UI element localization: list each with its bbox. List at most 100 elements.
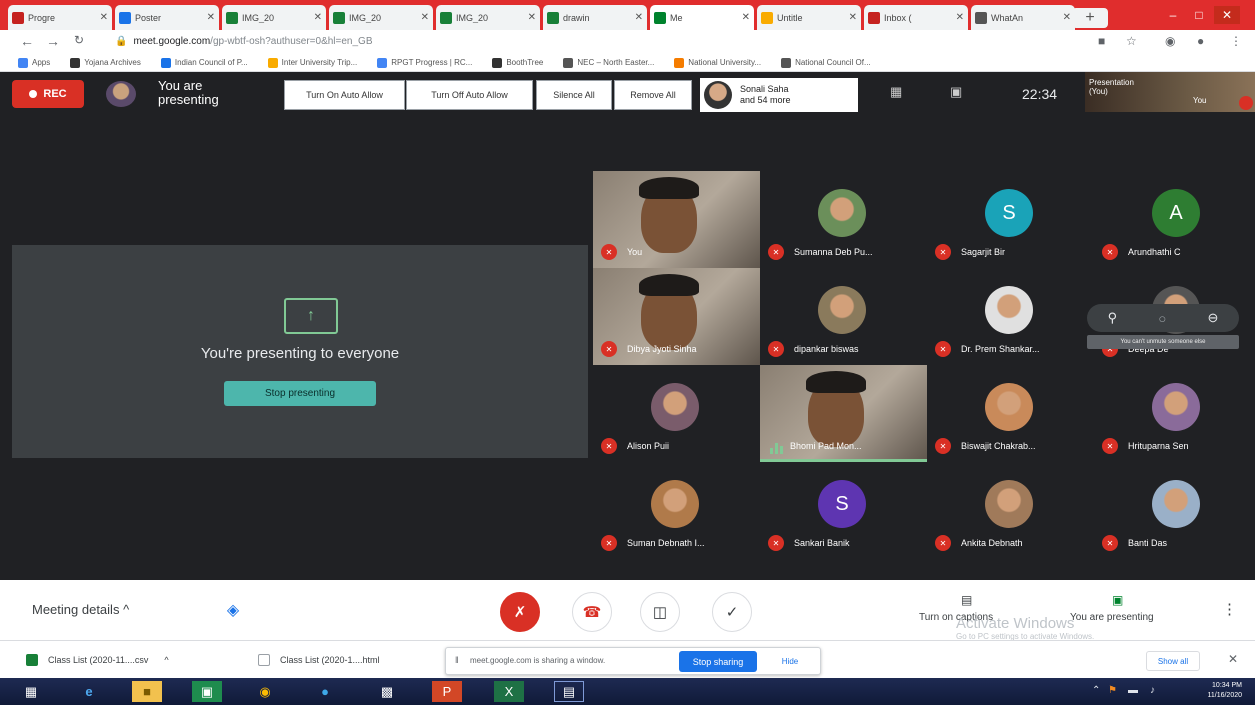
chrome-menu-icon[interactable]: ⋮ [1230,34,1242,48]
extension-icon[interactable]: ◉ [1165,34,1175,48]
show-all-downloads-button[interactable]: Show all [1146,651,1200,671]
presenting-label[interactable]: You are presenting [1070,612,1154,623]
maximize-button[interactable]: □ [1186,6,1212,24]
remove-participant-icon[interactable]: ⊖ [1207,310,1218,326]
minimize-button[interactable]: – [1160,6,1186,24]
bookmark-item[interactable]: National University... [674,57,761,68]
participant-tile[interactable]: ✕ Sumanna Deb Pu... [760,171,927,268]
browser-tab[interactable]: Untitle ✕ [757,5,861,30]
forward-icon[interactable]: → [44,33,62,49]
participant-tile[interactable]: ✕ Alison Puii [593,365,760,462]
close-tab-icon[interactable]: ✕ [314,12,322,23]
profile-avatar[interactable]: ● [1197,34,1204,48]
participant-tile[interactable]: Bhomi Pad Mon... [760,365,927,462]
close-tab-icon[interactable]: ✕ [100,12,108,23]
browser-tab[interactable]: IMG_20 ✕ [436,5,540,30]
meeting-details-button[interactable]: Meeting details ^ [32,602,129,617]
participant-tile[interactable]: S ✕ Sankari Banik [760,462,927,559]
browser-tab[interactable]: WhatAn ✕ [971,5,1075,30]
bookmark-item[interactable]: Indian Council of P... [160,57,248,68]
participant-tile[interactable]: ✕ Banti Das [1094,462,1255,559]
tray-volume-icon[interactable]: ♪ [1150,685,1155,696]
tray-arrow-icon[interactable]: ⌃ [1092,685,1100,696]
present-now-icon[interactable]: ▣ [1112,593,1123,607]
close-tab-icon[interactable]: ✕ [421,12,429,23]
hide-sharing-button[interactable]: Hide [770,651,810,672]
back-icon[interactable]: ← [18,33,36,49]
participant-tile[interactable]: ✕ Dibya Jyoti Sinha [593,268,760,365]
bookmark-item[interactable]: Apps [18,57,50,68]
browser-tab[interactable]: drawin ✕ [543,5,647,30]
chevron-up-icon[interactable]: ^ [164,655,168,665]
tray-network-icon[interactable]: ▬ [1128,685,1138,696]
participant-tile[interactable]: ✕ Hrituparna Sen [1094,365,1255,462]
mute-participant-icon[interactable]: ○ [1158,311,1166,326]
participant-tile[interactable]: ✕ Dr. Prem Shankar... [927,268,1094,365]
store-icon[interactable]: ▣ [192,681,222,702]
participant-tile[interactable]: ✕ Ankita Debnath [927,462,1094,559]
participant-tile[interactable]: ✕ You [593,171,760,268]
participant-tile[interactable]: ✕ Suman Debnath I... [593,462,760,559]
windows-start-icon[interactable]: ▦ [16,681,46,702]
bookmark-item[interactable]: Yojana Archives [70,57,141,68]
chrome-icon[interactable]: ◉ [250,681,280,702]
more-options-icon[interactable]: ⋮ [1222,600,1237,618]
chat-icon[interactable]: ▣ [950,84,962,100]
captions-icon[interactable]: ▤ [961,593,972,607]
excel-icon[interactable]: X [494,681,524,702]
edge-icon[interactable]: ● [310,681,340,702]
file-explorer-icon[interactable]: ■ [132,681,162,702]
browser-tab[interactable]: IMG_20 ✕ [329,5,433,30]
camera-button[interactable]: ◫ [640,592,680,632]
close-tab-icon[interactable]: ✕ [207,12,215,23]
internet-explorer-icon[interactable]: e [74,681,104,702]
approve-button[interactable]: ✓ [712,592,752,632]
participants-button[interactable]: Sonali Saha and 54 more [700,78,858,112]
network-app-icon[interactable]: ▩ [372,681,402,702]
browser-tab[interactable]: Progre ✕ [8,5,112,30]
recording-badge[interactable]: REC [12,80,84,108]
camera-indicator-icon[interactable]: ■ [1098,34,1105,48]
stop-presenting-button[interactable]: Stop presenting [224,381,376,406]
stop-sharing-button[interactable]: Stop sharing [679,651,757,672]
new-tab-button[interactable]: + [1072,8,1108,28]
shield-icon[interactable]: ◈ [222,598,244,622]
reload-icon[interactable]: ↻ [70,33,88,47]
silence-all-button[interactable]: Silence All [536,80,612,110]
bookmark-item[interactable]: National Council Of... [781,57,871,68]
mic-off-button[interactable]: ✗ [500,592,540,632]
close-tab-icon[interactable]: ✕ [742,12,750,23]
url-field[interactable]: 🔒 meet.google.com/gp-wbtf-osh?authuser=0&… [115,33,1075,51]
close-tab-icon[interactable]: ✕ [956,12,964,23]
browser-tab[interactable]: Poster ✕ [115,5,219,30]
people-grid-icon[interactable]: ▦ [890,84,902,100]
bookmark-star-icon[interactable]: ☆ [1126,34,1137,48]
participant-tile[interactable]: A ✕ Arundhathi C [1094,171,1255,268]
close-tab-icon[interactable]: ✕ [635,12,643,23]
close-tab-icon[interactable]: ✕ [1063,12,1071,23]
close-window-button[interactable]: ✕ [1214,6,1240,24]
browser-tab[interactable]: Inbox (✕ [864,5,968,30]
browser-tab[interactable]: Me ✕ [650,5,754,30]
browser-tab[interactable]: IMG_20 ✕ [222,5,326,30]
self-preview-tile[interactable]: Presentation (You) You [1085,72,1255,112]
download-item-html[interactable]: Class List (2020-1....html [258,651,380,669]
bookmark-item[interactable]: RPGT Progress | RC... [377,57,472,68]
close-icon[interactable]: ✕ [1228,652,1238,666]
close-tab-icon[interactable]: ✕ [849,12,857,23]
turn-on-auto-allow-button[interactable]: Turn On Auto Allow [284,80,405,110]
hang-up-button[interactable]: ☎ [572,592,612,632]
bookmark-item[interactable]: NEC – North Easter... [563,57,654,68]
window-switcher-icon[interactable]: ▤ [554,681,584,702]
tray-flag-icon[interactable]: ⚑ [1108,685,1117,696]
turn-off-auto-allow-button[interactable]: Turn Off Auto Allow [406,80,533,110]
bookmark-item[interactable]: BoothTree [492,57,543,68]
close-tab-icon[interactable]: ✕ [528,12,536,23]
download-item-csv[interactable]: Class List (2020-11....csv ^ [26,651,169,669]
bookmark-item[interactable]: Inter University Trip... [267,57,357,68]
participant-tile[interactable]: ✕ dipankar biswas [760,268,927,365]
participant-tile[interactable]: S ✕ Sagarjit Bir [927,171,1094,268]
pin-icon[interactable]: ⚲ [1108,310,1118,326]
remove-all-button[interactable]: Remove All [614,80,692,110]
taskbar-clock[interactable]: 10:34 PM 11/16/2020 [1186,681,1242,701]
